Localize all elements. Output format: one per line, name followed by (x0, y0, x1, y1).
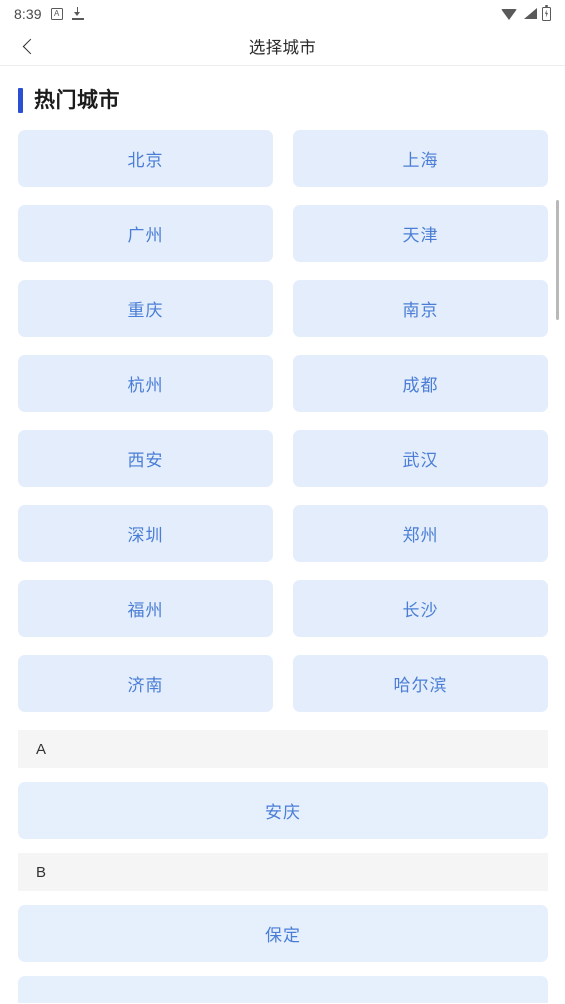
hot-city-chip[interactable]: 上海 (293, 130, 548, 187)
status-bar: 8:39 A (0, 0, 565, 27)
hot-city-chip[interactable]: 重庆 (18, 280, 273, 337)
wifi-icon (501, 8, 518, 20)
battery-icon (542, 4, 551, 21)
hot-city-chip[interactable]: 成都 (293, 355, 548, 412)
page-title: 选择城市 (248, 39, 317, 57)
app-badge-icon: A (50, 7, 63, 20)
hot-cities-header: 热门城市 (0, 66, 565, 121)
cellular-signal-icon (523, 7, 537, 20)
hot-city-chip[interactable]: 广州 (18, 205, 273, 262)
hot-city-chip[interactable]: 南京 (293, 280, 548, 337)
city-list-item[interactable]: 保定 (18, 905, 548, 962)
hot-city-chip[interactable]: 天津 (293, 205, 548, 262)
scrollbar-thumb[interactable] (556, 200, 559, 320)
scroll-content[interactable]: 热门城市 北京 上海 广州 天津 重庆 南京 杭州 成都 西安 武汉 深圳 郑州 福州 长沙 济南 哈尔滨 A… (0, 66, 565, 1003)
status-bar-left: 8:39 A (14, 7, 84, 21)
hot-cities-title: 热门城市 (34, 89, 120, 112)
city-picker-screen: 8:39 A 选择城市 热门城市 北京 上海 广州 天津 重庆 南京 杭州 成都 西安 武汉 深圳郑… (0, 0, 565, 1004)
chevron-left-icon (22, 38, 38, 55)
status-clock: 8:39 (14, 5, 42, 22)
hot-city-chip[interactable]: 北京 (18, 130, 273, 187)
hot-city-chip[interactable]: 济南 (18, 655, 273, 712)
hot-city-chip[interactable]: 哈尔滨 (293, 655, 548, 712)
download-icon (71, 7, 84, 20)
hot-city-chip[interactable]: 武汉 (293, 430, 548, 487)
alpha-section-header: B (18, 853, 548, 891)
scrollbar-track[interactable] (556, 133, 562, 1003)
alpha-section-header: A (18, 730, 548, 768)
nav-bar: 选择城市 (0, 27, 565, 66)
hot-city-chip[interactable]: 杭州 (18, 355, 273, 412)
alphabetical-city-list: A 安庆 B 保定 (0, 730, 565, 1003)
section-accent-bar (18, 88, 23, 113)
back-button[interactable] (6, 27, 50, 66)
hot-city-chip[interactable]: 郑州 (293, 505, 548, 562)
hot-city-chip[interactable]: 长沙 (293, 580, 548, 637)
city-list-item[interactable]: 安庆 (18, 782, 548, 839)
hot-cities-grid: 北京 上海 广州 天津 重庆 南京 杭州 成都 西安 武汉 深圳 郑州 福州 长沙 济南 哈尔滨 (0, 121, 565, 712)
hot-city-chip[interactable]: 西安 (18, 430, 273, 487)
status-bar-right (501, 4, 551, 21)
city-list-item[interactable] (18, 976, 548, 1003)
hot-city-chip[interactable]: 福州 (18, 580, 273, 637)
hot-city-chip[interactable]: 深圳 (18, 505, 273, 562)
